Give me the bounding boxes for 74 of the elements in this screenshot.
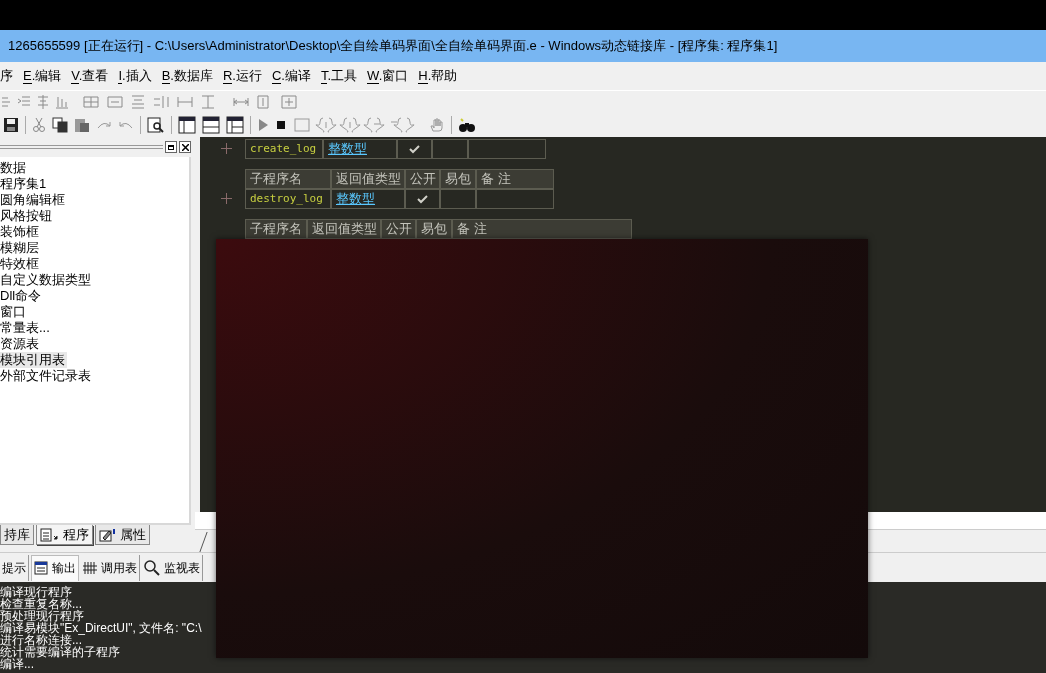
column-header: 返回值类型	[307, 219, 381, 239]
tree-item[interactable]: 模块引用表	[0, 352, 67, 368]
menu-item[interactable]: B.数据库	[161, 66, 213, 86]
subroutine-name: create_log	[245, 139, 323, 159]
column-header: 备 注	[476, 169, 554, 189]
panel-tab[interactable]: 持库	[0, 525, 34, 545]
output-line: 统计需要编译的子程序	[0, 646, 120, 658]
grid-icon	[83, 560, 97, 575]
document-icon	[34, 561, 48, 575]
save-icon[interactable]	[3, 117, 19, 133]
output-tab[interactable]: 输出	[31, 554, 79, 581]
expand-icon[interactable]	[221, 193, 232, 204]
menu-item[interactable]: T.工具	[321, 66, 358, 86]
output-line: 预处理现行程序	[0, 610, 84, 622]
layout-icon[interactable]	[178, 116, 196, 134]
layout-icon[interactable]	[202, 116, 220, 134]
search-icon	[144, 559, 160, 576]
subroutine-name: destroy_log	[245, 189, 331, 209]
play-icon[interactable]	[257, 118, 269, 132]
tree-item[interactable]: 特效框	[0, 256, 41, 272]
find-icon[interactable]	[147, 117, 165, 133]
maximize-button[interactable]	[165, 141, 177, 153]
tree-item[interactable]: 模糊层	[0, 240, 41, 256]
tree-item[interactable]: 数据	[0, 160, 28, 176]
tree-item[interactable]: Dll命令	[0, 288, 44, 304]
type-link[interactable]: 整数型	[336, 189, 375, 209]
tree-item[interactable]: 外部文件记录表	[0, 368, 93, 384]
output-tab[interactable]: 监视表	[142, 554, 203, 581]
panel-tab[interactable]: 属性	[95, 525, 150, 545]
menu-item[interactable]: E.编辑	[23, 66, 62, 86]
tree-item[interactable]: 常量表...	[0, 320, 52, 336]
tree-item[interactable]: 资源表	[0, 336, 41, 352]
output-tab[interactable]: 提示	[0, 554, 29, 581]
properties-icon	[99, 527, 117, 542]
type-link[interactable]: 整数型	[328, 139, 367, 159]
menu-item[interactable]: I.插入	[118, 66, 152, 86]
window-title: 1265655599 [正在运行] - C:\Users\Administrator\Desktop\全自绘单码界面\全自绘单码界面.e - Windows动态链接库 - [程序集: 程序集1]	[8, 37, 778, 56]
column-header: 子程序名	[245, 169, 331, 189]
column-header: 备 注	[452, 219, 632, 239]
tree-item[interactable]: 风格按钮	[0, 208, 54, 224]
binoculars-icon[interactable]	[458, 117, 476, 133]
document-icon	[40, 527, 60, 542]
output-line: 进行名称连接...	[0, 634, 82, 646]
tree-item[interactable]: 窗口	[0, 304, 28, 320]
column-header: 子程序名	[245, 219, 307, 239]
stop-icon[interactable]	[275, 119, 287, 131]
menu-item[interactable]: W.窗口	[367, 66, 409, 86]
menu-item[interactable]: 序	[0, 66, 13, 86]
cut-icon[interactable]	[32, 117, 46, 133]
panel-tab[interactable]: 程序	[36, 525, 93, 545]
tree-item[interactable]: 自定义数据类型	[0, 272, 93, 288]
paste-icon[interactable]	[74, 117, 90, 133]
column-header: 公开	[381, 219, 416, 239]
output-line: 编译现行程序	[0, 586, 72, 598]
output-line: 编译...	[0, 658, 34, 670]
column-header: 易包	[416, 219, 452, 239]
expand-icon[interactable]	[221, 143, 232, 154]
column-header: 易包	[440, 169, 476, 189]
menu-item[interactable]: C.编译	[271, 66, 311, 86]
column-header: 公开	[405, 169, 440, 189]
close-icon	[181, 143, 189, 151]
close-button[interactable]	[179, 141, 191, 153]
copy-icon[interactable]	[52, 117, 68, 133]
column-header: 返回值类型	[331, 169, 405, 189]
menu-item[interactable]: V.查看	[71, 66, 109, 86]
tree-item[interactable]: 装饰框	[0, 224, 41, 240]
output-line: 检查重复名称...	[0, 598, 82, 610]
output-line: 编译易模块"Ex_DirectUI", 文件名: "C:\	[0, 622, 202, 634]
menu-item[interactable]: H.帮助	[418, 66, 458, 86]
output-tab[interactable]: 调用表	[81, 554, 140, 581]
layout-icon[interactable]	[226, 116, 244, 134]
menu-item[interactable]: R.运行	[222, 66, 262, 86]
tree-item[interactable]: 程序集1	[0, 176, 49, 192]
tree-item[interactable]: 圆角编辑框	[0, 192, 67, 208]
